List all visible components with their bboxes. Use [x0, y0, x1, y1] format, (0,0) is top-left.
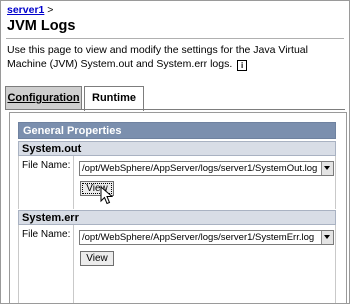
tab-underline: [5, 109, 345, 110]
title-divider: [6, 38, 344, 39]
chevron-down-icon[interactable]: [321, 231, 333, 244]
general-properties-header: General Properties: [18, 122, 336, 139]
system-out-section: File Name: /opt/WebSphere/AppServer/logs…: [18, 156, 336, 209]
runtime-panel: General Properties System.out File Name:…: [9, 112, 347, 303]
breadcrumb-server1-link[interactable]: server1: [7, 4, 44, 16]
system-err-view-button[interactable]: View: [80, 251, 114, 266]
label-divider: [73, 225, 74, 303]
label-divider: [73, 156, 74, 209]
system-err-header: System.err: [18, 210, 336, 225]
system-out-header: System.out: [18, 141, 336, 156]
page-description-text: Use this page to view and modify the set…: [7, 44, 308, 70]
breadcrumb: server1 >: [7, 4, 53, 16]
system-err-file-label: File Name:: [22, 229, 71, 240]
system-out-file-label: File Name:: [22, 160, 71, 171]
page-description: Use this page to view and modify the set…: [7, 43, 343, 71]
tab-configuration[interactable]: Configuration: [5, 86, 82, 109]
info-icon[interactable]: i: [237, 60, 248, 71]
chevron-down-icon[interactable]: [321, 162, 333, 175]
breadcrumb-separator: >: [47, 4, 54, 16]
page-title: JVM Logs: [7, 18, 76, 34]
jvm-logs-page: server1 > JVM Logs Use this page to view…: [0, 0, 350, 304]
system-err-file-value: /opt/WebSphere/AppServer/logs/server1/Sy…: [82, 232, 315, 243]
tab-runtime[interactable]: Runtime: [84, 86, 144, 111]
system-out-file-select[interactable]: /opt/WebSphere/AppServer/logs/server1/Sy…: [79, 161, 334, 176]
system-err-file-select[interactable]: /opt/WebSphere/AppServer/logs/server1/Sy…: [79, 230, 334, 245]
mouse-pointer-icon: [100, 186, 113, 205]
system-err-section: File Name: /opt/WebSphere/AppServer/logs…: [18, 225, 336, 303]
system-out-file-value: /opt/WebSphere/AppServer/logs/server1/Sy…: [82, 163, 318, 174]
